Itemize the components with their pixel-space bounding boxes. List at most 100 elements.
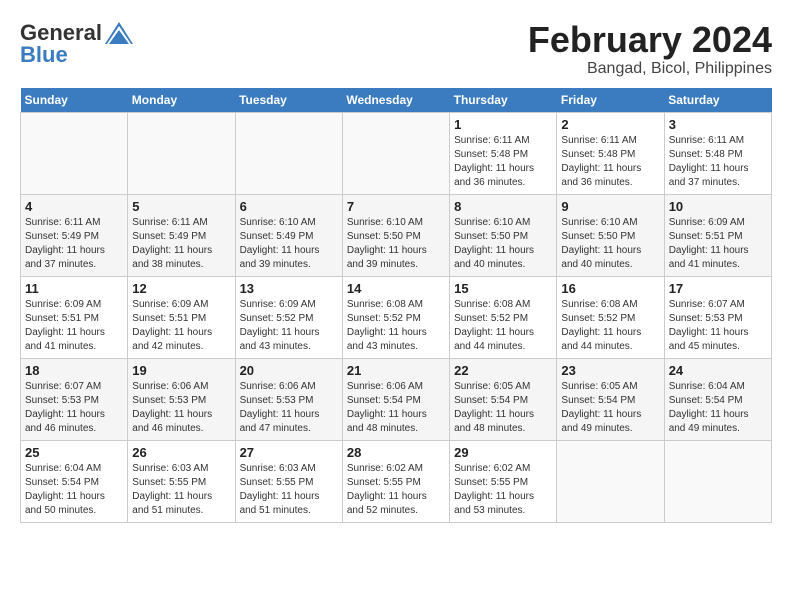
day-number: 24 [669, 363, 767, 378]
col-header-saturday: Saturday [664, 88, 771, 113]
day-number: 3 [669, 117, 767, 132]
day-info: Sunrise: 6:09 AMSunset: 5:51 PMDaylight:… [132, 298, 230, 354]
calendar-cell: 13Sunrise: 6:09 AMSunset: 5:52 PMDayligh… [235, 276, 342, 358]
col-header-monday: Monday [128, 88, 235, 113]
day-number: 8 [454, 199, 552, 214]
calendar-cell: 23 Sunrise: 6:05 AMSunset: 5:54 PMDayligh… [557, 358, 664, 440]
day-info: Sunrise: 6:11 AMSunset: 5:49 PMDaylight:… [132, 216, 230, 272]
calendar-cell: 14 Sunrise: 6:08 AMSunset: 5:52 PMDayligh… [342, 276, 449, 358]
day-number: 14 [347, 281, 445, 296]
col-header-sunday: Sunday [21, 88, 128, 113]
day-info: Sunrise: 6:09 AMSunset: 5:51 PMDaylight:… [669, 216, 767, 272]
calendar-cell: 2 Sunrise: 6:11 AMSunset: 5:48 PMDaylight… [557, 112, 664, 194]
page-header: General Blue February 2024 Bangad, Bicol… [20, 20, 772, 78]
day-number: 7 [347, 199, 445, 214]
day-info: Sunrise: 6:03 AMSunset: 5:55 PMDaylight:… [240, 462, 338, 518]
day-info: Sunrise: 6:02 AMSunset: 5:55 PMDaylight:… [454, 462, 552, 518]
day-number: 23 [561, 363, 659, 378]
calendar-cell: 18 Sunrise: 6:07 AMSunset: 5:53 PMDayligh… [21, 358, 128, 440]
logo-icon [105, 22, 133, 44]
day-number: 20 [240, 363, 338, 378]
calendar-cell: 21Sunrise: 6:06 AMSunset: 5:54 PMDayligh… [342, 358, 449, 440]
calendar-cell [21, 112, 128, 194]
day-number: 29 [454, 445, 552, 460]
day-number: 10 [669, 199, 767, 214]
day-info: Sunrise: 6:11 AMSunset: 5:48 PMDaylight:… [454, 134, 552, 190]
calendar-cell: 20Sunrise: 6:06 AMSunset: 5:53 PMDayligh… [235, 358, 342, 440]
day-info: Sunrise: 6:07 AMSunset: 5:53 PMDaylight:… [669, 298, 767, 354]
calendar-cell: 24 Sunrise: 6:04 AMSunset: 5:54 PMDayligh… [664, 358, 771, 440]
calendar-cell: 4 Sunrise: 6:11 AMSunset: 5:49 PMDaylight… [21, 194, 128, 276]
day-number: 18 [25, 363, 123, 378]
day-info: Sunrise: 6:10 AMSunset: 5:49 PMDaylight:… [240, 216, 338, 272]
calendar-cell [128, 112, 235, 194]
day-info: Sunrise: 6:06 AMSunset: 5:53 PMDaylight:… [132, 380, 230, 436]
day-info: Sunrise: 6:05 AMSunset: 5:54 PMDaylight:… [561, 380, 659, 436]
calendar-cell [235, 112, 342, 194]
calendar-cell: 9 Sunrise: 6:10 AMSunset: 5:50 PMDaylight… [557, 194, 664, 276]
day-number: 15 [454, 281, 552, 296]
col-header-tuesday: Tuesday [235, 88, 342, 113]
day-number: 4 [25, 199, 123, 214]
calendar-week-row: 11 Sunrise: 6:09 AMSunset: 5:51 PMDayligh… [21, 276, 772, 358]
calendar-cell: 16 Sunrise: 6:08 AMSunset: 5:52 PMDayligh… [557, 276, 664, 358]
calendar-week-row: 18 Sunrise: 6:07 AMSunset: 5:53 PMDayligh… [21, 358, 772, 440]
day-info: Sunrise: 6:05 AMSunset: 5:54 PMDaylight:… [454, 380, 552, 436]
day-number: 1 [454, 117, 552, 132]
day-info: Sunrise: 6:08 AMSunset: 5:52 PMDaylight:… [561, 298, 659, 354]
day-number: 2 [561, 117, 659, 132]
day-info: Sunrise: 6:11 AMSunset: 5:48 PMDaylight:… [561, 134, 659, 190]
day-info: Sunrise: 6:10 AMSunset: 5:50 PMDaylight:… [454, 216, 552, 272]
day-info: Sunrise: 6:02 AMSunset: 5:55 PMDaylight:… [347, 462, 445, 518]
day-number: 17 [669, 281, 767, 296]
day-info: Sunrise: 6:03 AMSunset: 5:55 PMDaylight:… [132, 462, 230, 518]
col-header-thursday: Thursday [450, 88, 557, 113]
calendar-week-row: 25Sunrise: 6:04 AMSunset: 5:54 PMDayligh… [21, 440, 772, 522]
col-header-friday: Friday [557, 88, 664, 113]
calendar-cell: 22 Sunrise: 6:05 AMSunset: 5:54 PMDayligh… [450, 358, 557, 440]
day-number: 19 [132, 363, 230, 378]
day-number: 28 [347, 445, 445, 460]
day-number: 12 [132, 281, 230, 296]
calendar-week-row: 1 Sunrise: 6:11 AMSunset: 5:48 PMDaylight… [21, 112, 772, 194]
day-info: Sunrise: 6:11 AMSunset: 5:49 PMDaylight:… [25, 216, 123, 272]
calendar-header-row: SundayMondayTuesdayWednesdayThursdayFrid… [21, 88, 772, 113]
day-number: 22 [454, 363, 552, 378]
day-number: 16 [561, 281, 659, 296]
calendar-cell: 27Sunrise: 6:03 AMSunset: 5:55 PMDayligh… [235, 440, 342, 522]
day-number: 9 [561, 199, 659, 214]
day-info: Sunrise: 6:04 AMSunset: 5:54 PMDaylight:… [669, 380, 767, 436]
day-number: 13 [240, 281, 338, 296]
day-number: 21 [347, 363, 445, 378]
title-area: February 2024 Bangad, Bicol, Philippines [528, 20, 772, 78]
calendar-cell: 12 Sunrise: 6:09 AMSunset: 5:51 PMDayligh… [128, 276, 235, 358]
calendar-cell: 10 Sunrise: 6:09 AMSunset: 5:51 PMDayligh… [664, 194, 771, 276]
day-number: 5 [132, 199, 230, 214]
day-info: Sunrise: 6:04 AMSunset: 5:54 PMDaylight:… [25, 462, 123, 518]
logo-blue-text: Blue [20, 42, 68, 68]
calendar-cell: 19 Sunrise: 6:06 AMSunset: 5:53 PMDayligh… [128, 358, 235, 440]
day-info: Sunrise: 6:08 AMSunset: 5:52 PMDaylight:… [454, 298, 552, 354]
logo: General Blue [20, 20, 133, 68]
day-number: 6 [240, 199, 338, 214]
calendar-cell: 8 Sunrise: 6:10 AMSunset: 5:50 PMDaylight… [450, 194, 557, 276]
calendar-cell [342, 112, 449, 194]
calendar-cell: 28 Sunrise: 6:02 AMSunset: 5:55 PMDayligh… [342, 440, 449, 522]
calendar-cell: 29 Sunrise: 6:02 AMSunset: 5:55 PMDayligh… [450, 440, 557, 522]
calendar-subtitle: Bangad, Bicol, Philippines [528, 60, 772, 78]
calendar-cell: 7 Sunrise: 6:10 AMSunset: 5:50 PMDaylight… [342, 194, 449, 276]
day-info: Sunrise: 6:08 AMSunset: 5:52 PMDaylight:… [347, 298, 445, 354]
day-info: Sunrise: 6:10 AMSunset: 5:50 PMDaylight:… [347, 216, 445, 272]
day-info: Sunrise: 6:10 AMSunset: 5:50 PMDaylight:… [561, 216, 659, 272]
calendar-cell: 15 Sunrise: 6:08 AMSunset: 5:52 PMDayligh… [450, 276, 557, 358]
calendar-cell: 6 Sunrise: 6:10 AMSunset: 5:49 PMDaylight… [235, 194, 342, 276]
calendar-cell: 11Sunrise: 6:09 AMSunset: 5:51 PMDayligh… [21, 276, 128, 358]
day-number: 11 [25, 281, 123, 296]
calendar-table: SundayMondayTuesdayWednesdayThursdayFrid… [20, 88, 772, 523]
calendar-cell [664, 440, 771, 522]
calendar-cell: 1 Sunrise: 6:11 AMSunset: 5:48 PMDaylight… [450, 112, 557, 194]
calendar-cell: 17 Sunrise: 6:07 AMSunset: 5:53 PMDayligh… [664, 276, 771, 358]
day-number: 26 [132, 445, 230, 460]
calendar-week-row: 4 Sunrise: 6:11 AMSunset: 5:49 PMDaylight… [21, 194, 772, 276]
day-info: Sunrise: 6:07 AMSunset: 5:53 PMDaylight:… [25, 380, 123, 436]
